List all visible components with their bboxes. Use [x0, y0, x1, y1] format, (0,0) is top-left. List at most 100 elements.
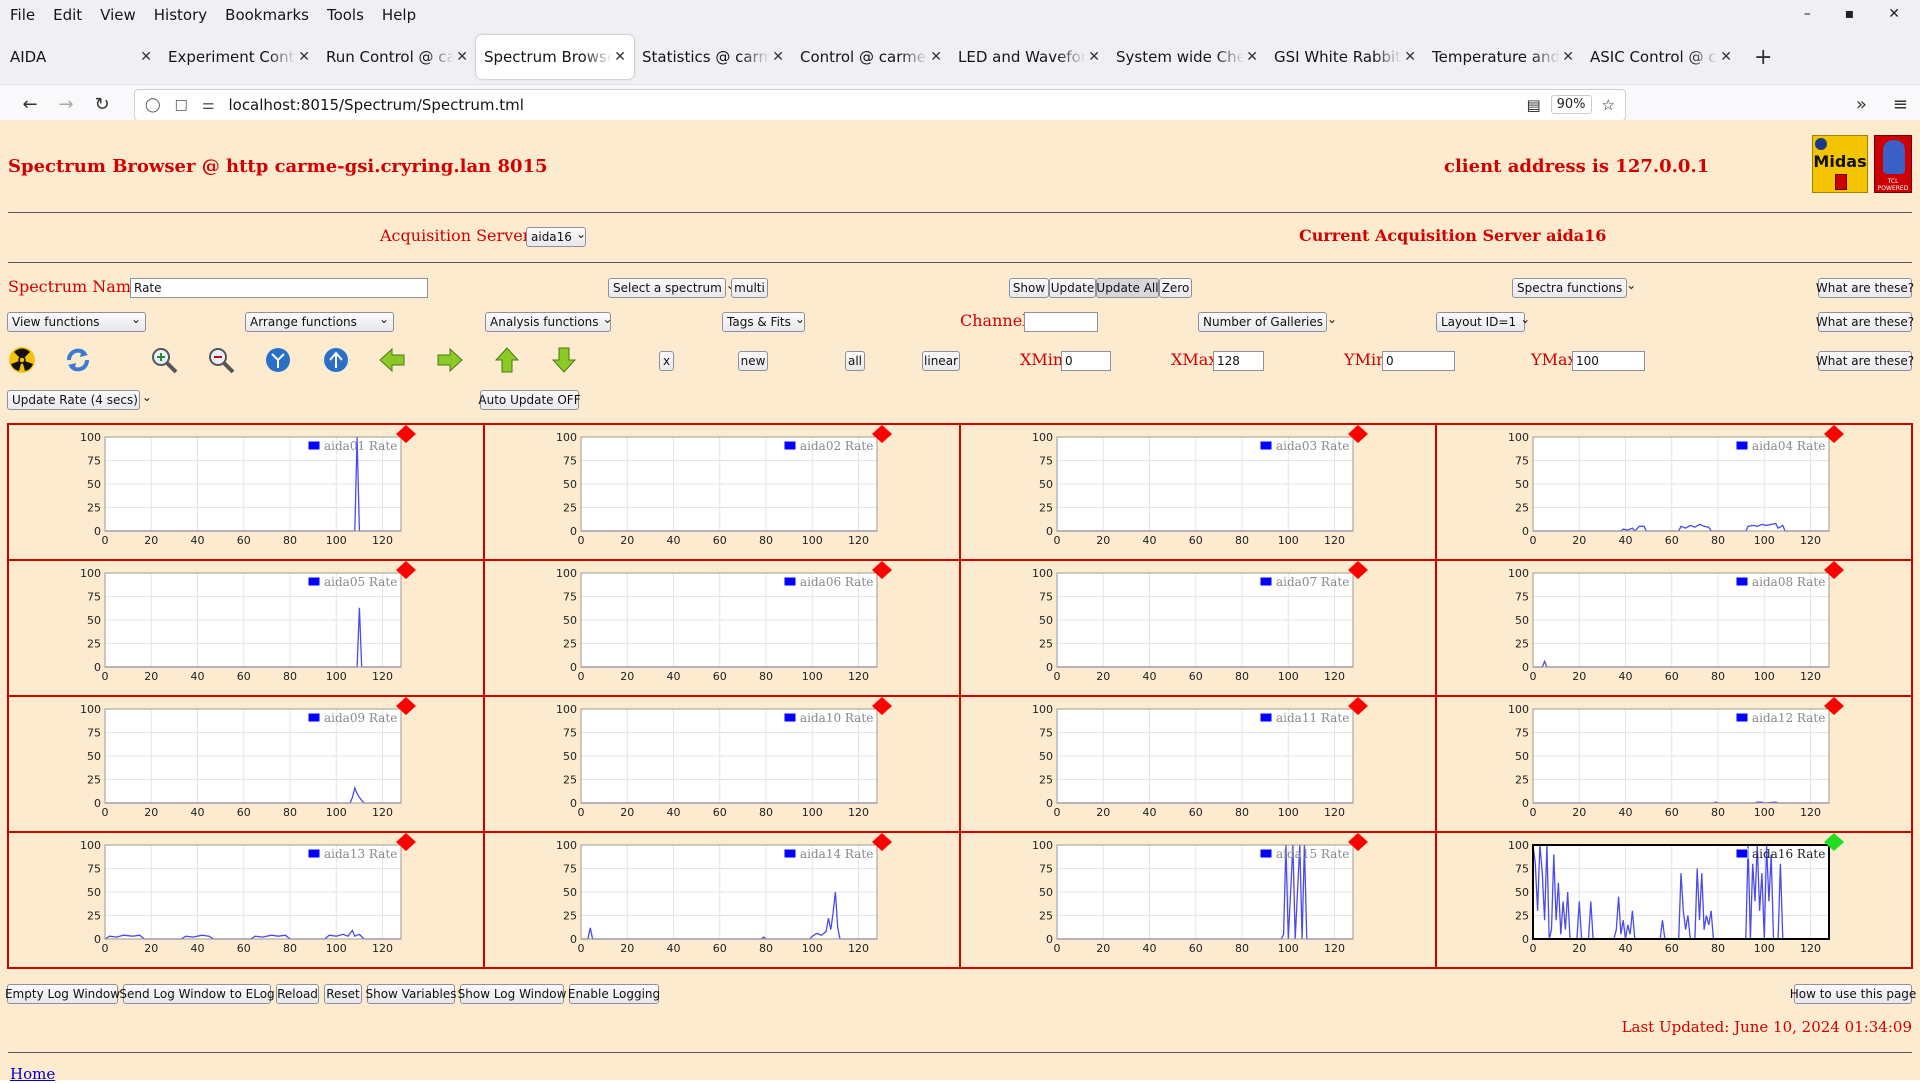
spectrum-cell[interactable]: 0 20 40 60 80 100 120 0 25 50 75 100 aida09 Rate [8, 696, 484, 832]
acq-server-select[interactable]: aida16 [526, 227, 586, 247]
spectrum-cell[interactable]: 0 20 40 60 80 100 120 0 25 50 75 100 aida04 Rate [1436, 424, 1912, 560]
spectrum-cell[interactable]: 0 20 40 60 80 100 120 0 25 50 75 100 aida06 Rate [484, 560, 960, 696]
browser-tab[interactable]: Control @ carme-g ✕ [792, 35, 950, 79]
auto-update-button[interactable]: Auto Update OFF [478, 390, 581, 410]
spectrum-cell[interactable]: 0 20 40 60 80 100 120 0 25 50 75 100 aida08 Rate [1436, 560, 1912, 696]
browser-tab[interactable]: Run Control @ carme✕ [318, 35, 476, 79]
reload-icon[interactable]: ↻ [84, 94, 120, 115]
multi-button[interactable]: multi [731, 278, 768, 298]
tab-close-icon[interactable]: ✕ [614, 49, 626, 65]
menu-tools[interactable]: Tools [327, 6, 364, 24]
tab-close-icon[interactable]: ✕ [140, 49, 152, 65]
refresh-icon[interactable] [64, 346, 92, 374]
spectrum-cell[interactable]: 0 20 40 60 80 100 120 0 25 50 75 100 aida10 Rate [484, 696, 960, 832]
what-are-these-button[interactable]: What are these? [1816, 312, 1914, 332]
browser-tab[interactable]: Statistics @ carme ✕ [634, 35, 792, 79]
arrow-down-icon[interactable] [550, 346, 578, 374]
tab-close-icon[interactable]: ✕ [1404, 49, 1416, 65]
back-icon[interactable]: ← [12, 94, 48, 115]
browser-tab[interactable]: System wide Check✕ [1108, 35, 1266, 79]
maximize-icon[interactable]: ▪ [1845, 6, 1855, 22]
enable-logging-button[interactable]: Enable Logging [568, 984, 660, 1004]
tab-close-icon[interactable]: ✕ [456, 49, 468, 65]
new-tab-icon[interactable]: + [1754, 45, 1772, 70]
reset-button[interactable]: Reset [324, 984, 362, 1004]
browser-tab[interactable]: Experiment Control✕ [160, 35, 318, 79]
minimize-icon[interactable]: – [1804, 6, 1811, 22]
spectrum-cell[interactable]: 0 20 40 60 80 100 120 0 25 50 75 100 aida05 Rate [8, 560, 484, 696]
show-log-window-button[interactable]: Show Log Window [458, 984, 566, 1004]
spectrum-name-input[interactable]: Rate [130, 278, 428, 298]
zoom-in-icon[interactable] [150, 346, 178, 374]
spectrum-cell[interactable]: 0 20 40 60 80 100 120 0 25 50 75 100 aida11 Rate [960, 696, 1436, 832]
spectrum-cell[interactable]: 0 20 40 60 80 100 120 0 25 50 75 100 aida07 Rate [960, 560, 1436, 696]
what-are-these-button[interactable]: What are these? [1816, 278, 1914, 298]
menu-bookmarks[interactable]: Bookmarks [225, 6, 309, 24]
select-spectrum-select[interactable]: Select a spectrum [608, 278, 726, 298]
arrange-functions-select[interactable]: Arrange functions [245, 312, 394, 332]
ymin-input[interactable]: 0 [1382, 351, 1455, 371]
zoom-out-icon[interactable] [207, 346, 235, 374]
arrow-left-icon[interactable] [378, 346, 406, 374]
channel-input[interactable] [1024, 312, 1098, 332]
how-to-use-button[interactable]: How to use this page [1790, 984, 1916, 1004]
empty-log-button[interactable]: Empty Log Window [5, 984, 120, 1004]
spectrum-cell[interactable]: 0 20 40 60 80 100 120 0 25 50 75 100 aida13 Rate [8, 832, 484, 968]
close-window-icon[interactable]: ✕ [1888, 6, 1900, 22]
expand-y-icon[interactable] [264, 346, 292, 374]
view-functions-select[interactable]: View functions [7, 312, 146, 332]
hamburger-menu-icon[interactable]: ≡ [1893, 94, 1908, 115]
arrow-up-icon[interactable] [493, 346, 521, 374]
new-button[interactable]: new [738, 351, 768, 371]
update-all-button[interactable]: Update All [1096, 278, 1159, 298]
analysis-functions-select[interactable]: Analysis functions [485, 312, 611, 332]
url-bar[interactable]: ◯ □ ⚌ localhost:8015/Spectrum/Spectrum.t… [134, 88, 1626, 121]
spectrum-cell[interactable]: 0 20 40 60 80 100 120 0 25 50 75 100 aida14 Rate [484, 832, 960, 968]
browser-tab[interactable]: GSI White Rabbit T ✕ [1266, 35, 1424, 79]
browser-tab[interactable]: LED and Waveform✕ [950, 35, 1108, 79]
what-are-these-button[interactable]: What are these? [1816, 351, 1914, 371]
menu-edit[interactable]: Edit [53, 6, 82, 24]
browser-tab[interactable]: Spectrum Browser ✕ [476, 35, 634, 79]
connection-icon[interactable]: ⚌ [202, 97, 215, 113]
forward-icon[interactable]: → [48, 94, 84, 115]
browser-tab[interactable]: Temperature and st✕ [1424, 35, 1582, 79]
shield-icon[interactable]: ◯ [145, 97, 161, 113]
spectrum-cell[interactable]: 0 20 40 60 80 100 120 0 25 50 75 100 aida12 Rate [1436, 696, 1912, 832]
update-button[interactable]: Update [1049, 278, 1096, 298]
spectra-functions-select[interactable]: Spectra functions [1512, 278, 1627, 298]
spectrum-cell[interactable]: 0 20 40 60 80 100 120 0 25 50 75 100 aida15 Rate [960, 832, 1436, 968]
url-text[interactable]: localhost:8015/Spectrum/Spectrum.tml [228, 96, 1526, 114]
spectrum-cell[interactable]: 0 20 40 60 80 100 120 0 25 50 75 100 aida16 Rate [1436, 832, 1912, 968]
all-button[interactable]: all [845, 351, 865, 371]
browser-tab[interactable]: ASIC Control @ carme✕ [1582, 35, 1740, 79]
tags-fits-select[interactable]: Tags & Fits [722, 312, 805, 332]
galleries-select[interactable]: Number of Galleries [1198, 312, 1327, 332]
zero-button[interactable]: Zero [1159, 278, 1192, 298]
browser-tab[interactable]: AIDA ✕ [2, 35, 160, 79]
update-rate-select[interactable]: Update Rate (4 secs) [7, 390, 140, 410]
shrink-y-icon[interactable] [322, 346, 350, 374]
bookmark-star-icon[interactable]: ☆ [1602, 96, 1615, 114]
menu-view[interactable]: View [100, 6, 136, 24]
arrow-right-icon[interactable] [436, 346, 464, 374]
tab-close-icon[interactable]: ✕ [1088, 49, 1100, 65]
show-variables-button[interactable]: Show Variables [365, 984, 457, 1004]
overflow-chevron-icon[interactable]: » [1856, 94, 1867, 115]
xmax-input[interactable]: 128 [1213, 351, 1264, 371]
home-link[interactable]: Home [10, 1065, 55, 1083]
reader-view-icon[interactable]: ▤ [1526, 96, 1540, 114]
tab-close-icon[interactable]: ✕ [1720, 49, 1732, 65]
tab-close-icon[interactable]: ✕ [930, 49, 942, 65]
tab-close-icon[interactable]: ✕ [1246, 49, 1258, 65]
tab-close-icon[interactable]: ✕ [298, 49, 310, 65]
menu-history[interactable]: History [154, 6, 207, 24]
spectrum-cell[interactable]: 0 20 40 60 80 100 120 0 25 50 75 100 aida01 Rate [8, 424, 484, 560]
layout-select[interactable]: Layout ID=1 [1436, 312, 1525, 332]
send-log-elog-button[interactable]: Send Log Window to ELog [119, 984, 275, 1004]
menu-file[interactable]: File [10, 6, 35, 24]
linear-button[interactable]: linear [922, 351, 960, 371]
menu-help[interactable]: Help [382, 6, 416, 24]
tab-close-icon[interactable]: ✕ [772, 49, 784, 65]
spectrum-cell[interactable]: 0 20 40 60 80 100 120 0 25 50 75 100 aida02 Rate [484, 424, 960, 560]
